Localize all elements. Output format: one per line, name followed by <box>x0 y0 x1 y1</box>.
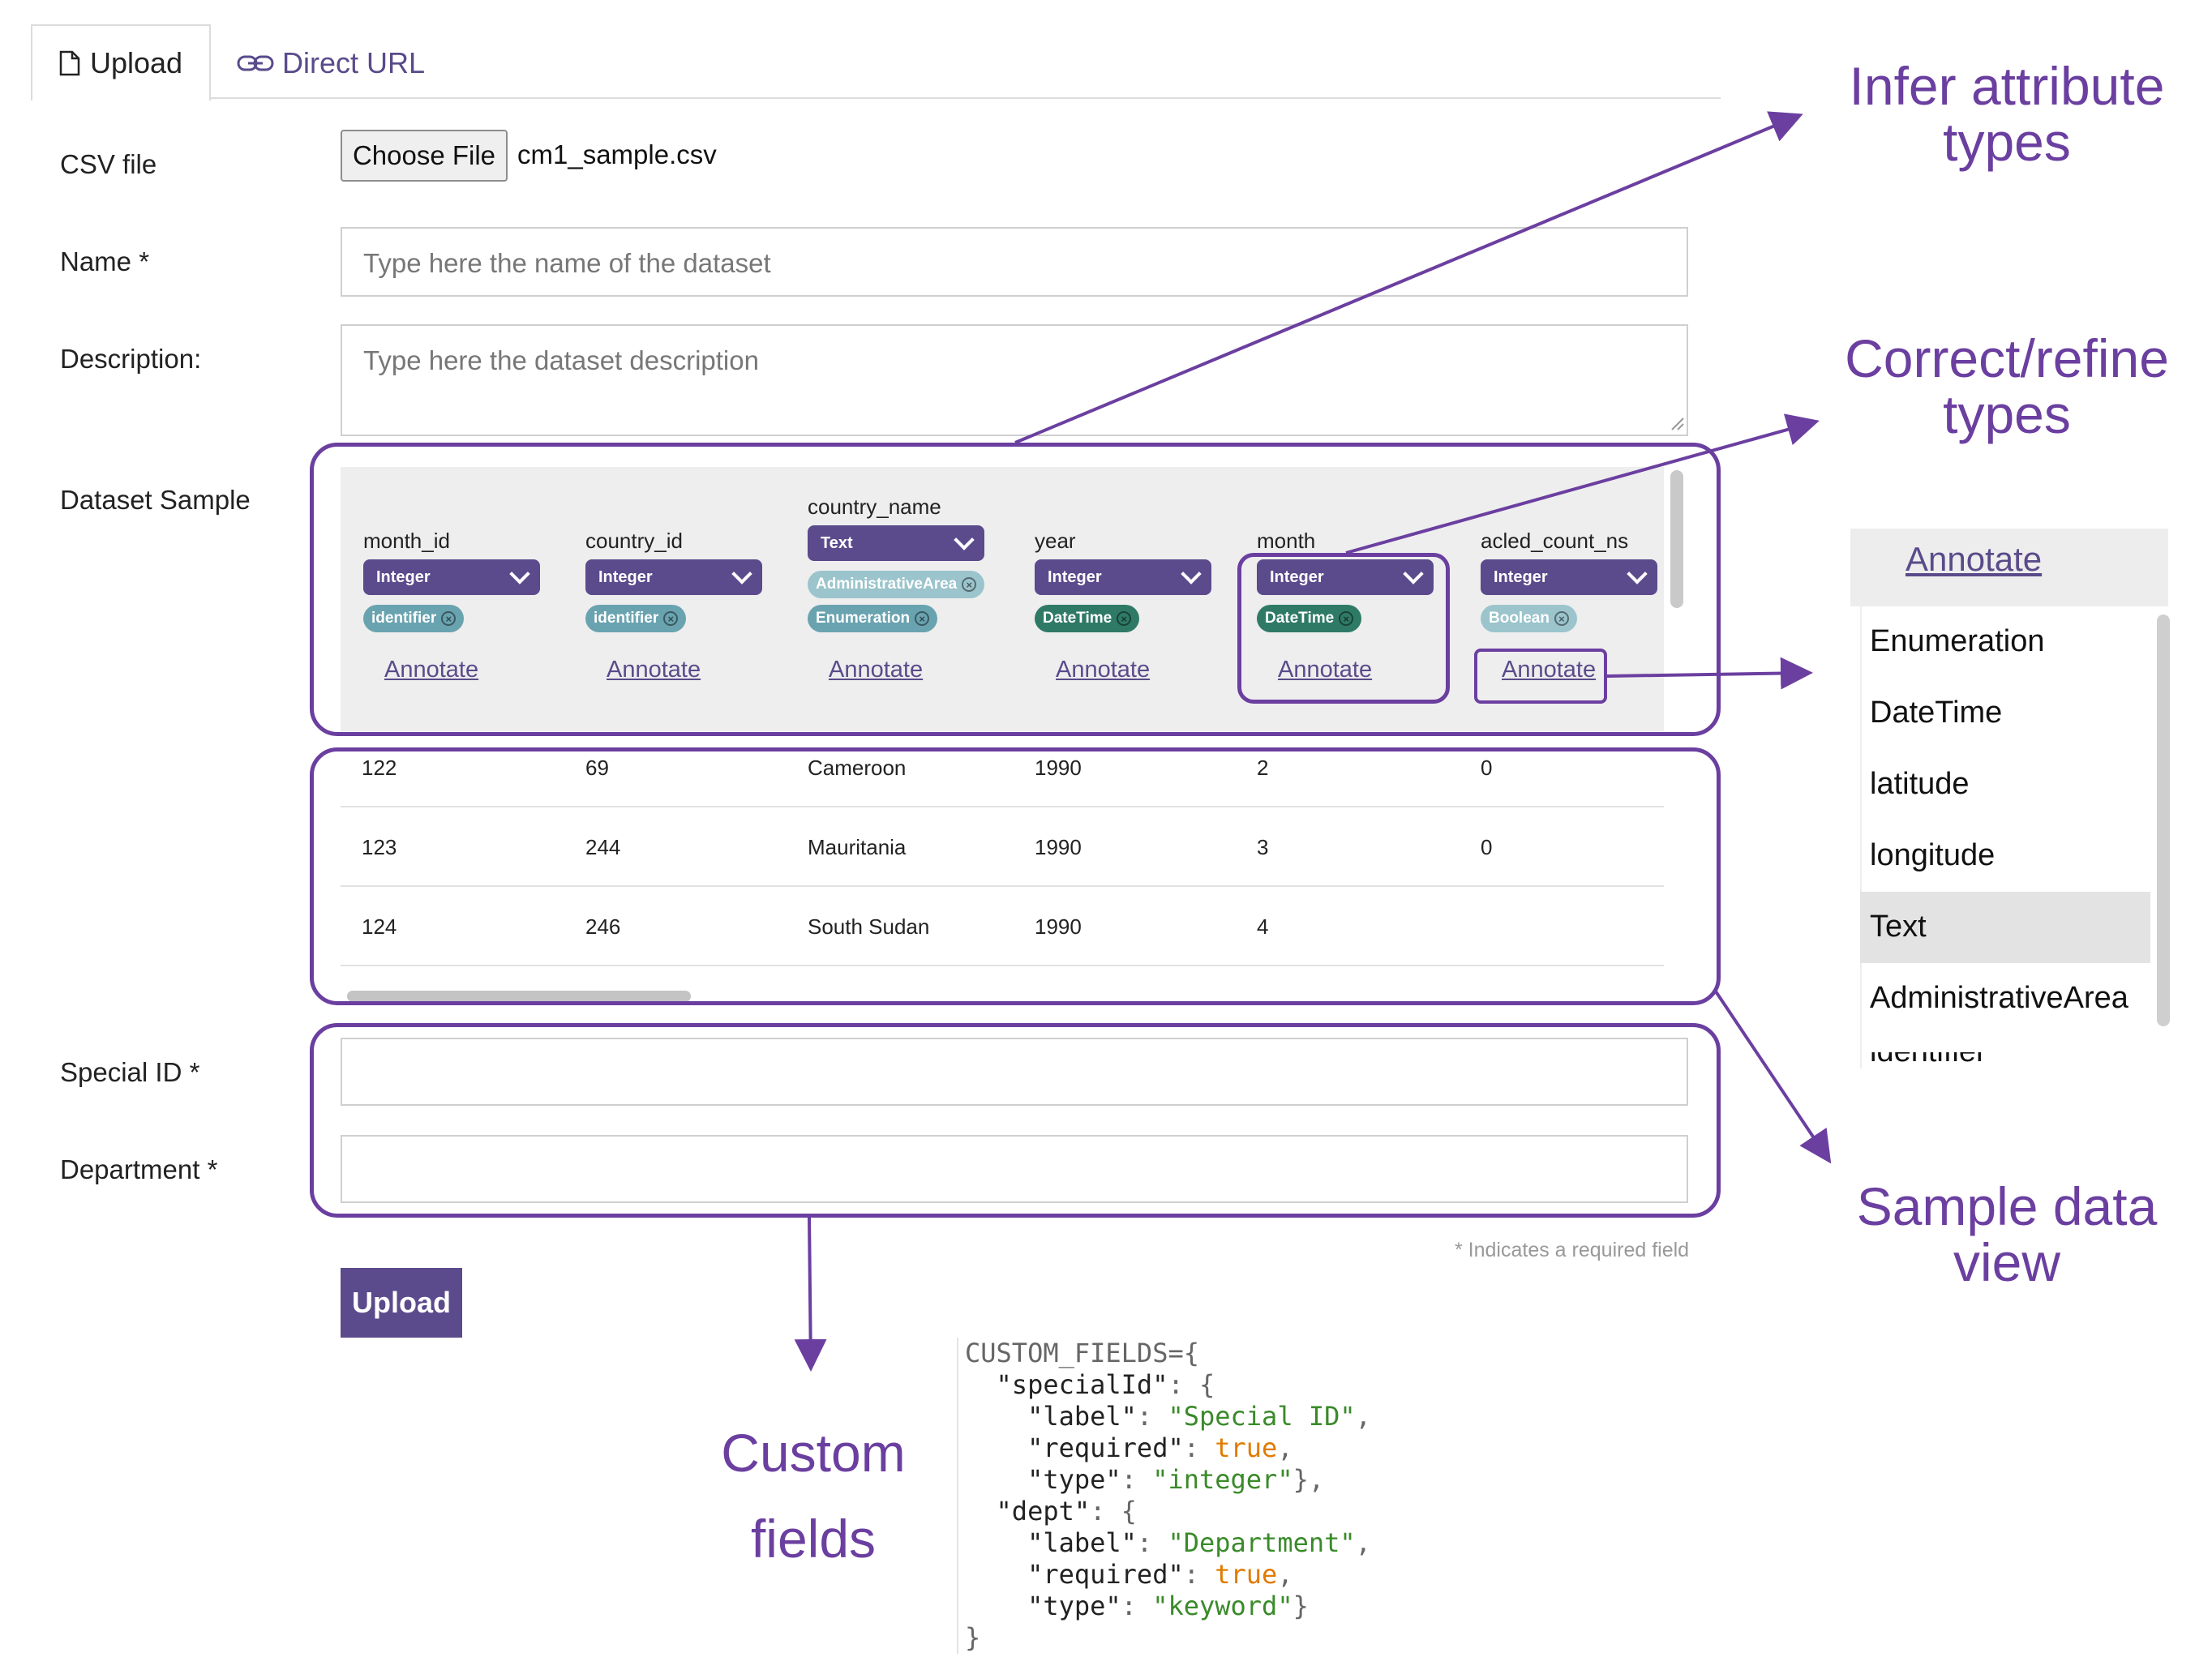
arrow-infer <box>1014 111 1803 444</box>
code-key: "specialId" <box>996 1369 1168 1400</box>
code-key: "type" <box>1027 1464 1121 1495</box>
code-key: "dept" <box>996 1496 1091 1527</box>
code-key: "label" <box>1027 1527 1137 1558</box>
arrow-sample-view <box>1713 987 1832 1164</box>
code-key: "type" <box>1027 1591 1121 1621</box>
code-bool: true <box>1215 1432 1278 1463</box>
code-string: "keyword" <box>1152 1591 1293 1621</box>
code-key: "label" <box>1027 1401 1137 1432</box>
tab-upload[interactable]: Upload <box>31 24 211 101</box>
arrow-correct <box>1345 413 1820 555</box>
code-string: "Special ID" <box>1168 1401 1356 1432</box>
tab-upload-label: Upload <box>89 46 183 79</box>
arrow-dropdown <box>1606 657 1813 690</box>
code-string: "integer" <box>1152 1464 1293 1495</box>
code-line: CUSTOM_FIELDS={ <box>965 1338 1199 1368</box>
code-line: } <box>965 1622 981 1653</box>
code-string: "Department" <box>1168 1527 1356 1558</box>
code-bool: true <box>1215 1559 1278 1590</box>
code-key: "required" <box>1027 1559 1184 1590</box>
file-icon <box>59 50 80 76</box>
custom-fields-code: CUSTOM_FIELDS={ "specialId": { "label": … <box>957 1338 1419 1654</box>
arrow-custom <box>794 1217 827 1372</box>
code-key: "required" <box>1027 1432 1184 1463</box>
